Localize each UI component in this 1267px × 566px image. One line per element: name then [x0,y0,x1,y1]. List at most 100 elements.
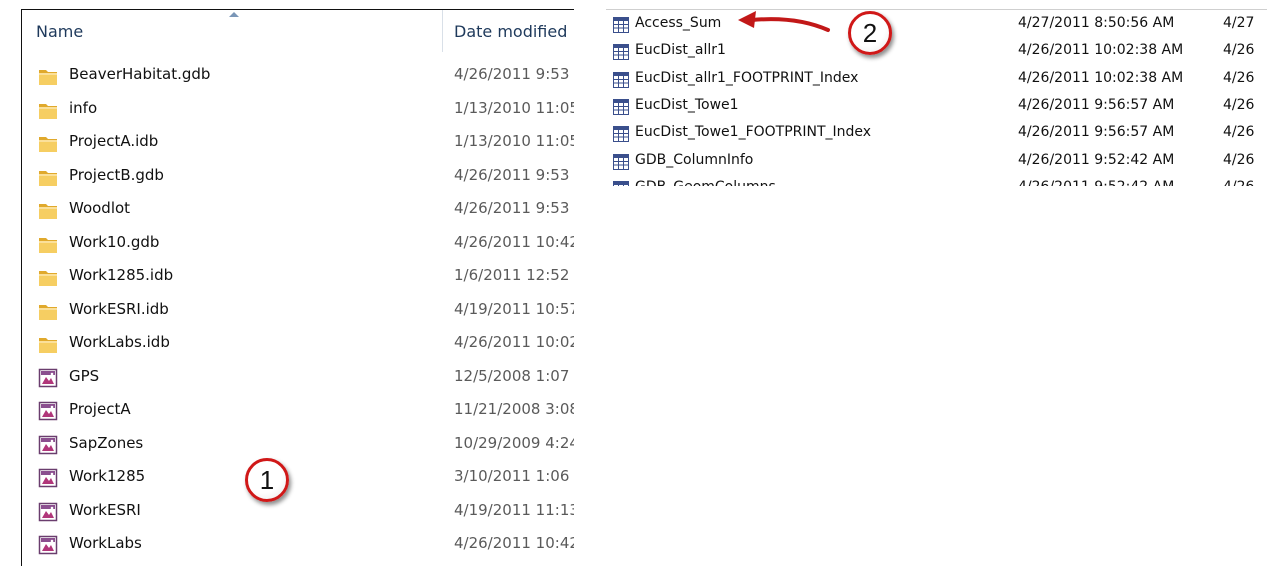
table-name: GDB_ColumnInfo [635,151,754,168]
folder-icon [38,200,58,220]
table-name: Access_Sum [635,15,722,31]
file-row[interactable]: GPS 12/5/2008 1:07 [22,361,574,394]
table-icon [613,98,629,115]
file-name: Work1285 [69,467,146,485]
file-list-panel-left: Name Date modified BeaverHabitat.gdb 4/26… [21,9,574,566]
file-name: ProjectB.gdb [69,165,164,184]
file-name: SapZones [69,433,144,452]
callout-badge-one: 1 [245,458,289,502]
table-icon [613,126,629,143]
file-name: ProjectA.idb [69,132,159,150]
table-date-created: 4/26 [1223,124,1255,141]
file-date-modified: 12/5/2008 1:07 [454,366,570,385]
folder-icon [38,100,58,120]
table-row[interactable]: EucDist_allr1 4/26/2011 10:02:38 AM 4/26 [606,39,1267,66]
table-date-modified: 4/27/2011 8:50:56 AM [1018,15,1175,31]
file-row[interactable]: Work10.gdb 4/26/2011 10:42 [22,227,574,260]
table-date-created: 4/27 [1223,15,1255,31]
file-list-panel-right: Access_Sum 4/27/2011 8:50:56 AM 4/27 EucDis… [606,9,1267,186]
mxd-document-icon [38,368,58,388]
table-row[interactable]: GDB_ColumnInfo 4/26/2011 9:52:42 AM 4/26 [606,149,1267,176]
callout-badge-two: 2 [848,11,892,55]
table-date-modified: 4/26/2011 9:56:57 AM [1018,124,1175,141]
file-date-modified: 10/29/2009 4:24 [454,433,574,452]
file-date-modified: 4/26/2011 10:42 [454,232,574,251]
table-name: EucDist_Towe1_FOOTPRINT_Index [635,124,872,141]
file-date-modified: 1/6/2011 12:52 [454,266,570,284]
file-date-modified: 4/26/2011 9:53 [454,65,570,83]
mxd-document-icon [38,435,58,455]
file-name: ProjectA [69,400,131,418]
table-name: GDB_GeomColumns [635,179,776,186]
red-arrow-icon [738,11,830,32]
file-name: BeaverHabitat.gdb [69,65,211,83]
file-row[interactable]: SapZones 10/29/2009 4:24 [22,428,574,461]
file-row[interactable]: ProjectB.gdb 4/26/2011 9:53 [22,160,574,193]
file-date-modified: 4/19/2011 10:57 [454,299,574,318]
file-row[interactable]: WorkLabs.idb 4/26/2011 10:02 [22,327,574,360]
table-date-created: 4/26 [1223,96,1255,113]
folder-icon [38,167,58,187]
folder-icon [38,334,58,354]
file-name: WorkLabs [69,534,142,552]
file-date-modified: 4/19/2011 11:13 [454,500,574,519]
file-row[interactable]: BeaverHabitat.gdb 4/26/2011 9:53 [22,59,574,92]
file-row[interactable]: ProjectA 11/21/2008 3:08 [22,394,574,427]
mxd-document-icon [38,401,58,421]
file-name: Woodlot [69,199,131,217]
table-date-modified: 4/26/2011 9:52:42 AM [1018,151,1175,168]
mxd-document-icon [38,535,58,555]
file-row[interactable]: ProjectA.idb 1/13/2010 11:05 [22,126,574,159]
table-row[interactable]: EucDist_allr1_FOOTPRINT_Index 4/26/2011 1… [606,67,1267,94]
file-date-modified: 11/21/2008 3:08 [454,400,574,418]
file-row[interactable]: Woodlot 4/26/2011 9:53 [22,193,574,226]
file-name: WorkLabs.idb [69,333,170,351]
file-row[interactable]: Work1285.idb 1/6/2011 12:52 [22,260,574,293]
file-row[interactable]: WorkLabs 4/26/2011 10:42 [22,528,574,561]
file-name: WorkESRI [69,500,141,519]
table-date-created: 4/26 [1223,69,1255,86]
column-header-date-modified[interactable]: Date modified [454,22,567,41]
table-icon [613,44,629,61]
mxd-document-icon [38,502,58,522]
column-header-name[interactable]: Name [36,22,83,41]
folder-icon [38,133,58,153]
table-row[interactable]: Access_Sum 4/27/2011 8:50:56 AM 4/27 [606,12,1267,39]
file-name: Work1285.idb [69,266,174,284]
column-divider[interactable] [442,10,443,52]
table-row[interactable]: GDB_GeomColumns 4/26/2011 9:52:42 AM 4/26 [606,176,1267,186]
table-icon [613,180,629,186]
file-date-modified: 4/26/2011 10:02 [454,333,574,351]
folder-icon [38,234,58,254]
folder-icon [38,66,58,86]
file-row[interactable]: Work1285 3/10/2011 1:06 [22,461,574,494]
folder-icon [38,267,58,287]
table-icon [613,17,629,33]
table-name: EucDist_Towe1 [635,96,739,113]
table-date-modified: 4/26/2011 10:02:38 AM [1018,69,1184,86]
table-date-created: 4/26 [1223,42,1255,59]
file-name: WorkESRI.idb [69,299,169,318]
file-row[interactable]: info 1/13/2010 11:05 [22,93,574,126]
table-date-modified: 4/26/2011 9:56:57 AM [1018,96,1175,113]
table-date-created: 4/26 [1223,179,1254,186]
file-row[interactable]: WorkESRI 4/19/2011 11:13 [22,495,574,528]
file-row[interactable]: WorkESRI.idb 4/19/2011 10:57 [22,294,574,327]
file-date-modified: 1/13/2010 11:05 [454,132,574,150]
table-icon [613,153,629,170]
file-date-modified: 4/26/2011 10:42 [454,534,574,552]
table-icon [613,71,629,88]
folder-icon [38,301,58,321]
file-date-modified: 3/10/2011 1:06 [454,467,570,485]
table-row[interactable]: EucDist_Towe1 4/26/2011 9:56:57 AM 4/26 [606,94,1267,121]
table-name: EucDist_allr1_FOOTPRINT_Index [635,69,859,86]
table-row[interactable]: EucDist_Towe1_FOOTPRINT_Index 4/26/2011 9… [606,121,1267,148]
sort-ascending-icon [229,12,239,17]
table-name: EucDist_allr1 [635,42,726,59]
file-name: Work10.gdb [69,232,160,251]
file-date-modified: 4/26/2011 9:53 [454,199,570,217]
file-name: info [69,98,98,117]
table-date-modified: 4/26/2011 9:52:42 AM [1018,179,1174,186]
file-date-modified: 4/26/2011 9:53 [454,165,570,184]
file-date-modified: 1/13/2010 11:05 [454,98,574,117]
